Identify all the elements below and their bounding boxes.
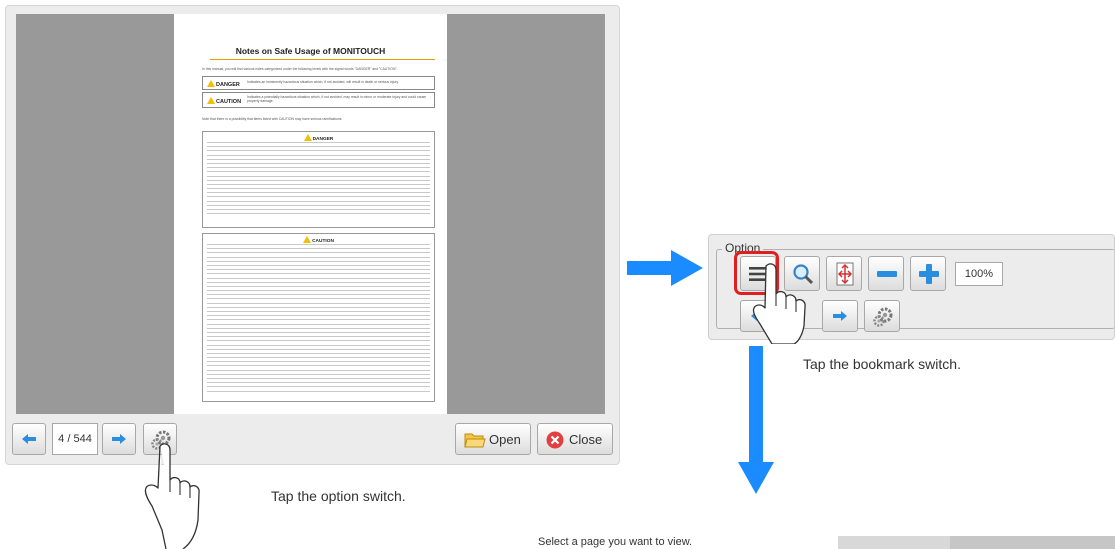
settings-button[interactable]	[864, 300, 900, 332]
fit-page-icon	[836, 262, 854, 286]
bookmark-caption: Tap the bookmark switch.	[803, 356, 961, 372]
gear-icon	[873, 307, 893, 327]
document-page: Notes on Safe Usage of MONITOUCH In this…	[174, 14, 447, 414]
danger-section: DANGER	[202, 131, 435, 228]
danger-label-wrap: DANGER	[207, 80, 240, 88]
danger-section-text	[207, 142, 430, 217]
caution-definition-text: Indicates a potentially hazardous situat…	[247, 95, 427, 104]
document-title: Notes on Safe Usage of MONITOUCH	[235, 46, 386, 56]
arrow-down-icon	[738, 346, 774, 494]
warning-triangle-icon	[207, 80, 215, 87]
option-caption: Tap the option switch.	[271, 488, 406, 504]
pointing-hand-icon	[144, 443, 200, 549]
plus-icon	[919, 264, 939, 284]
page-indicator: 4 / 544	[52, 423, 98, 455]
zoom-out-button[interactable]	[868, 256, 904, 291]
caution-label-wrap: CAUTION	[207, 97, 241, 105]
caution-section-text	[207, 244, 430, 395]
arrow-left-icon	[22, 434, 36, 444]
caution-section-title-wrap: CAUTION	[203, 236, 434, 244]
danger-label: DANGER	[216, 82, 240, 88]
arrow-right-icon	[112, 434, 126, 444]
caution-label: CAUTION	[216, 99, 242, 105]
open-button-label: Open	[489, 432, 521, 447]
next-button[interactable]	[822, 300, 858, 332]
arrow-right-icon	[833, 311, 847, 321]
folder-icon	[464, 433, 486, 448]
document-view-area[interactable]: Notes on Safe Usage of MONITOUCH In this…	[16, 14, 605, 414]
close-icon	[546, 431, 564, 449]
warning-triangle-icon	[207, 97, 215, 104]
close-button-label: Close	[569, 432, 603, 447]
zoom-level-field[interactable]: 100%	[955, 262, 1003, 286]
document-note: Note that there is a possibility that it…	[202, 117, 343, 121]
zoom-in-button[interactable]	[910, 256, 946, 291]
title-rule	[210, 59, 435, 60]
fit-page-button[interactable]	[826, 256, 862, 291]
danger-definition-text: Indicates an imminently hazardous situat…	[247, 80, 399, 84]
minus-icon	[877, 271, 897, 277]
open-button[interactable]: Open	[455, 423, 531, 455]
document-intro: In this manual, you will find various no…	[202, 67, 398, 71]
warning-triangle-icon	[303, 236, 312, 243]
arrow-right-icon	[627, 250, 703, 286]
danger-definition-box: DANGER Indicates an imminently hazardous…	[202, 76, 435, 90]
caution-definition-box: CAUTION Indicates a potentially hazardou…	[202, 92, 435, 108]
caution-section: CAUTION	[202, 233, 435, 402]
pointing-hand-icon	[752, 263, 806, 344]
danger-section-title-wrap: DANGER	[203, 134, 434, 142]
page-list-area-dark	[950, 536, 1115, 549]
warning-triangle-icon	[303, 134, 312, 141]
page-select-prompt: Select a page you want to view.	[538, 536, 693, 548]
close-button[interactable]: Close	[537, 423, 613, 455]
previous-page-button[interactable]	[12, 423, 46, 455]
document-viewer-window: Notes on Safe Usage of MONITOUCH In this…	[5, 5, 620, 465]
